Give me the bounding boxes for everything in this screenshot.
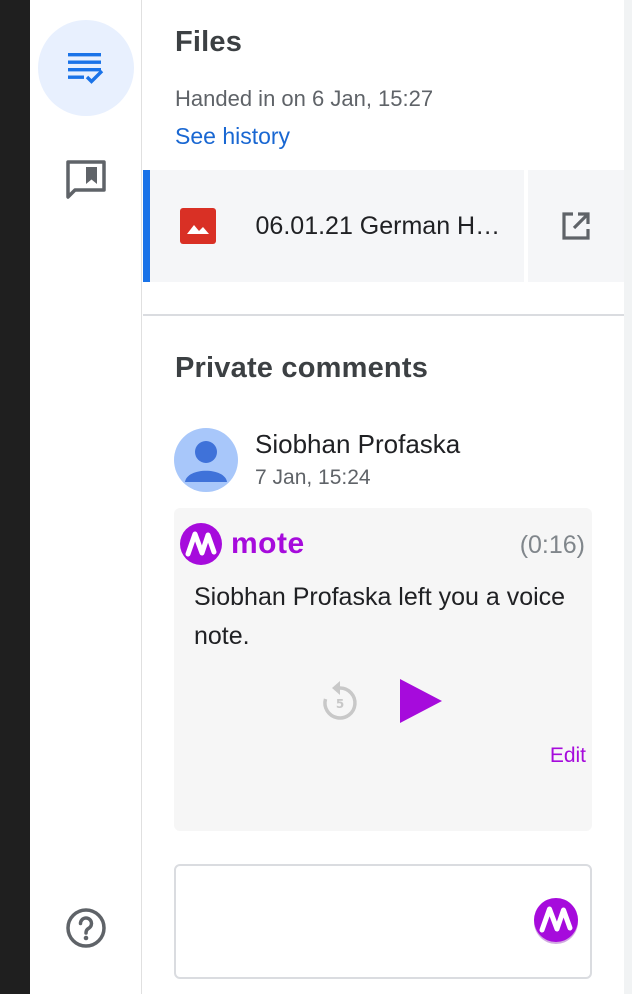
side-rail [30, 0, 142, 994]
mote-brand-text: mote [231, 527, 305, 560]
mote-logo-icon [534, 898, 578, 944]
help-icon [66, 908, 106, 948]
submission-panel: Files Handed in on 6 Jan, 15:27 See hist… [143, 0, 624, 994]
avatar [174, 428, 238, 492]
play-button[interactable] [396, 676, 446, 726]
voice-note-duration: (0:16) [519, 531, 585, 559]
comment-timestamp: 7 Jan, 15:24 [255, 466, 371, 489]
record-mote-button[interactable] [532, 897, 580, 945]
comment-author: Siobhan Profaska [255, 429, 461, 459]
assignment-list-icon [68, 53, 104, 84]
section-divider [143, 314, 624, 316]
replay-5-icon: 5 [323, 681, 357, 720]
feedback-comment-icon [66, 160, 106, 199]
open-in-new-button[interactable] [528, 170, 624, 282]
right-scroll-edge [624, 0, 632, 994]
mote-voice-note-card: mote (0:16) Siobhan Profaska left you a … [174, 508, 592, 831]
handed-in-status: Handed in on 6 Jan, 15:27 [175, 86, 434, 111]
files-heading: Files [175, 26, 243, 58]
file-attachment[interactable]: 06.01.21 German H… [143, 170, 524, 282]
rail-item-comments[interactable] [56, 150, 116, 210]
play-icon [400, 679, 442, 723]
see-history-link[interactable]: See history [175, 123, 290, 150]
mote-logo-icon [180, 523, 222, 565]
private-comment-input[interactable] [174, 864, 592, 979]
svg-text:5: 5 [336, 697, 344, 711]
private-comments-heading: Private comments [175, 352, 429, 384]
file-name: 06.01.21 German H… [255, 211, 501, 240]
voice-note-message: Siobhan Profaska left you a voice note. [194, 583, 566, 650]
mote-logo: mote [179, 522, 305, 566]
image-file-icon [180, 208, 216, 244]
edit-voice-note-link[interactable]: Edit [550, 744, 586, 768]
open-in-new-icon [562, 212, 590, 240]
replay-5-button[interactable]: 5 [320, 680, 360, 724]
rail-item-help[interactable] [56, 898, 116, 958]
left-window-edge [0, 0, 30, 994]
rail-item-assignment[interactable] [38, 20, 134, 116]
